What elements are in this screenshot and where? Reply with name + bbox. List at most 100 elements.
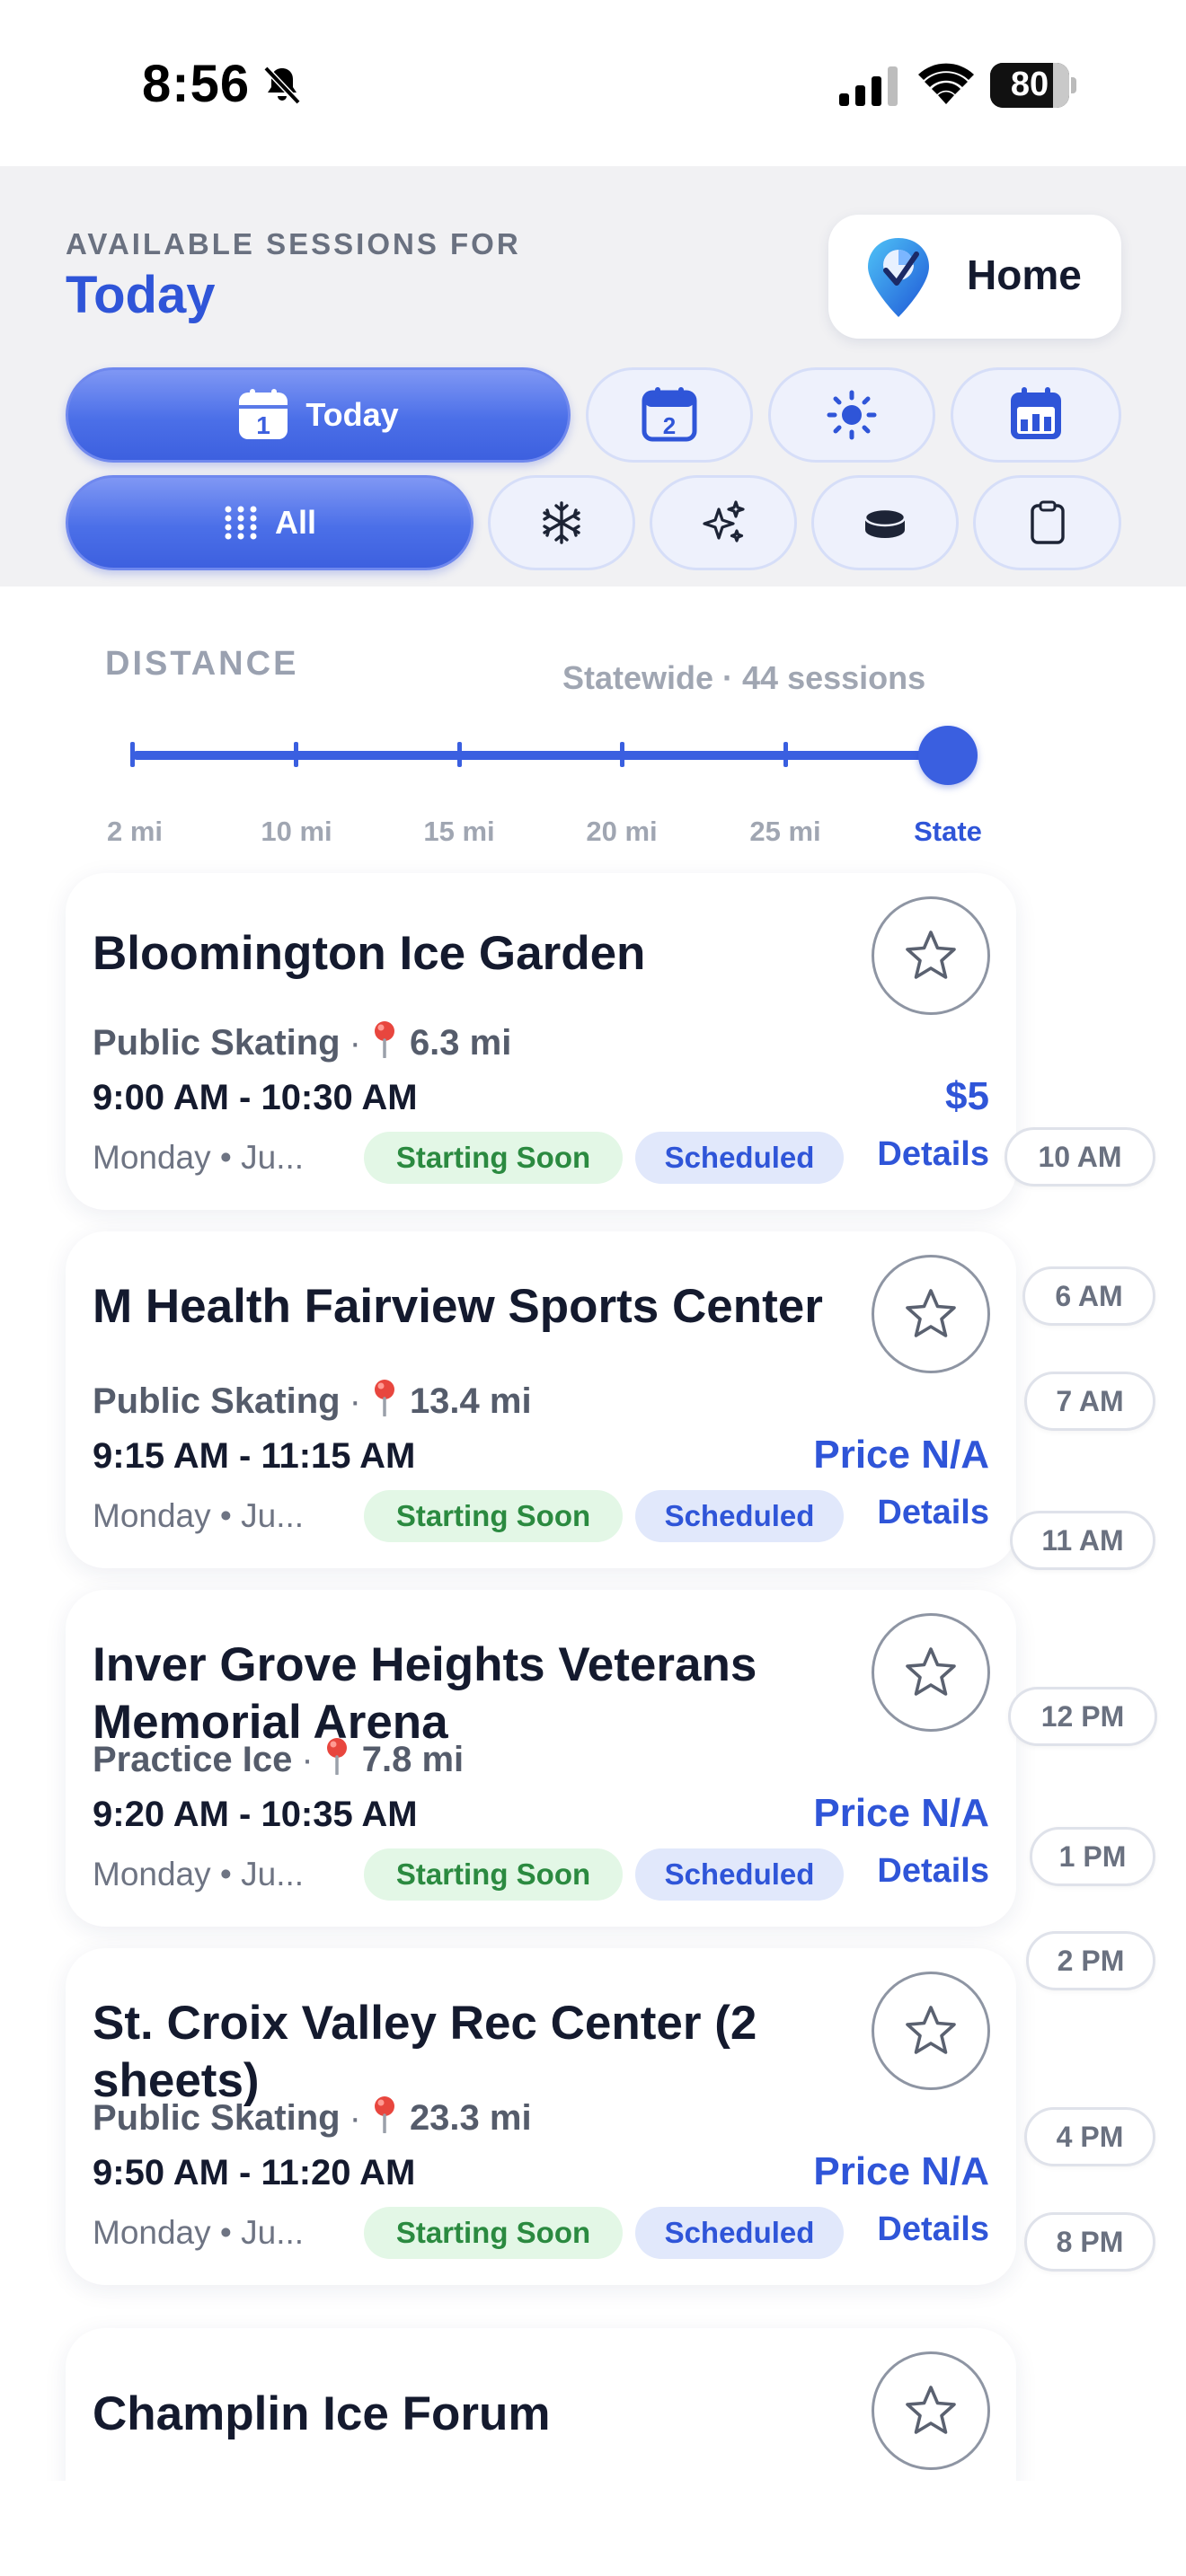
selected-day-title: Today xyxy=(66,266,216,324)
distance-option[interactable]: 2 mi xyxy=(107,816,163,848)
bottom-safe-area xyxy=(0,2481,1186,2576)
session-type: Public Skating xyxy=(93,1381,341,1421)
session-type-distance: Public Skating · 6.3 mi xyxy=(93,1020,511,1063)
grid-icon xyxy=(225,506,257,540)
session-card[interactable]: Inver Grove Heights Veterans Memorial Ar… xyxy=(66,1590,1016,1927)
pin-icon xyxy=(374,2096,394,2133)
all-types-filter-button[interactable]: All xyxy=(66,475,474,570)
distance-option[interactable]: 15 mi xyxy=(423,816,494,848)
session-distance: 6.3 mi xyxy=(409,1023,512,1063)
details-link[interactable]: Details xyxy=(877,1135,989,1174)
starting-soon-badge: Starting Soon xyxy=(364,1132,623,1184)
session-time: 9:50 AM - 11:20 AM xyxy=(93,2153,416,2192)
session-type-distance: Public Skating · 13.4 mi xyxy=(93,1379,532,1422)
tomorrow-filter-button[interactable]: 2 xyxy=(586,367,753,463)
session-time: 9:20 AM - 10:35 AM xyxy=(93,1795,418,1834)
session-name: M Health Fairview Sports Center xyxy=(93,1280,823,1333)
slider-tick xyxy=(130,742,135,767)
details-link[interactable]: Details xyxy=(877,1494,989,1532)
session-type-distance: Public Skating · 23.3 mi xyxy=(93,2095,532,2139)
time-index-chip[interactable]: 7 AM xyxy=(1024,1372,1155,1431)
session-date: Monday • Ju... xyxy=(93,1497,305,1534)
starting-soon-badge: Starting Soon xyxy=(364,1848,623,1901)
battery-icon: 80 xyxy=(990,63,1076,108)
starting-soon-badge: Starting Soon xyxy=(364,2207,623,2259)
session-card[interactable]: M Health Fairview Sports Center Public S… xyxy=(66,1231,1016,1568)
clipboard-filter-button[interactable] xyxy=(973,475,1121,570)
star-icon xyxy=(906,1289,956,1337)
distance-option[interactable]: 20 mi xyxy=(586,816,657,848)
week-filter-button[interactable] xyxy=(951,367,1121,463)
time-index-chip[interactable]: 6 AM xyxy=(1022,1266,1155,1326)
favorite-button[interactable] xyxy=(872,1255,990,1373)
session-name: Inver Grove Heights Veterans Memorial Ar… xyxy=(93,1638,757,1749)
status-time: 8:56 xyxy=(142,55,251,113)
session-card[interactable]: Bloomington Ice Garden Public Skating · 6.… xyxy=(66,873,1016,1210)
session-name: St. Croix Valley Rec Center (2 sheets) xyxy=(93,1997,757,2107)
session-price: Price N/A xyxy=(813,1433,989,1477)
time-index-chip[interactable]: 4 PM xyxy=(1024,2107,1155,2166)
session-name: Champlin Ice Forum xyxy=(93,2387,551,2440)
session-date: Monday • Ju... xyxy=(93,1139,305,1176)
distance-slider-track[interactable] xyxy=(132,751,948,760)
home-button-label: Home xyxy=(967,251,1082,298)
all-types-label: All xyxy=(274,504,316,541)
time-index-chip[interactable]: 11 AM xyxy=(1010,1511,1155,1570)
clipboard-icon xyxy=(1030,500,1065,544)
session-type: Public Skating xyxy=(93,1023,341,1063)
favorite-button[interactable] xyxy=(872,1613,990,1732)
home-location-button[interactable]: Home xyxy=(828,215,1121,339)
slider-tick xyxy=(783,742,788,767)
scheduled-badge: Scheduled xyxy=(635,1132,844,1184)
slider-tick xyxy=(294,742,298,767)
starting-soon-badge: Starting Soon xyxy=(364,1490,623,1542)
favorite-button[interactable] xyxy=(872,896,990,1015)
session-distance: 13.4 mi xyxy=(409,1381,532,1421)
star-icon xyxy=(906,1647,956,1696)
details-link[interactable]: Details xyxy=(877,2210,989,2249)
session-time: 9:00 AM - 10:30 AM xyxy=(93,1078,418,1117)
bell-slash-icon xyxy=(263,66,301,105)
sun-icon xyxy=(827,390,877,440)
session-price: Price N/A xyxy=(813,1791,989,1835)
favorite-button[interactable] xyxy=(872,1972,990,2090)
time-index-chip[interactable]: 1 PM xyxy=(1030,1827,1155,1886)
session-card[interactable]: St. Croix Valley Rec Center (2 sheets) P… xyxy=(66,1948,1016,2285)
available-sessions-label: AVAILABLE SESSIONS FOR xyxy=(66,227,521,260)
public-skating-filter-button[interactable] xyxy=(488,475,635,570)
session-distance: 23.3 mi xyxy=(409,2098,532,2138)
pin-icon xyxy=(326,1738,347,1775)
star-icon xyxy=(906,931,956,979)
session-price: $5 xyxy=(945,1074,989,1118)
time-index-chip[interactable]: 8 PM xyxy=(1024,2212,1155,2272)
svg-text:2: 2 xyxy=(663,412,676,439)
distance-option[interactable]: 25 mi xyxy=(749,816,820,848)
cellular-signal-icon xyxy=(839,66,898,106)
time-index-chip[interactable]: 10 AM xyxy=(1005,1127,1155,1187)
session-date: Monday • Ju... xyxy=(93,2214,305,2251)
distance-slider-thumb[interactable] xyxy=(918,726,978,785)
daytime-filter-button[interactable] xyxy=(768,367,935,463)
hockey-filter-button[interactable] xyxy=(811,475,959,570)
scheduled-badge: Scheduled xyxy=(635,1490,844,1542)
scheduled-badge: Scheduled xyxy=(635,2207,844,2259)
sparkles-icon xyxy=(703,500,745,543)
favorite-button[interactable] xyxy=(872,2351,990,2470)
svg-text:1: 1 xyxy=(257,411,271,439)
distance-option[interactable]: 10 mi xyxy=(261,816,332,848)
slider-tick xyxy=(620,742,624,767)
calendar-icon: 2 xyxy=(642,387,697,442)
distance-option-selected[interactable]: State xyxy=(914,816,982,848)
today-filter-label: Today xyxy=(305,396,399,433)
today-filter-button[interactable]: 1 Today xyxy=(66,367,571,463)
details-link[interactable]: Details xyxy=(877,1852,989,1891)
slider-tick xyxy=(457,742,462,767)
session-time: 9:15 AM - 11:15 AM xyxy=(93,1436,416,1476)
time-index-chip[interactable]: 2 PM xyxy=(1026,1931,1155,1990)
filter-header: AVAILABLE SESSIONS FOR Today Home 1 Toda xyxy=(0,166,1186,587)
time-index-chip[interactable]: 12 PM xyxy=(1008,1687,1157,1746)
distance-label: DISTANCE xyxy=(105,645,299,683)
session-distance: 7.8 mi xyxy=(361,1740,465,1779)
special-filter-button[interactable] xyxy=(650,475,797,570)
location-pin-icon xyxy=(868,238,929,317)
